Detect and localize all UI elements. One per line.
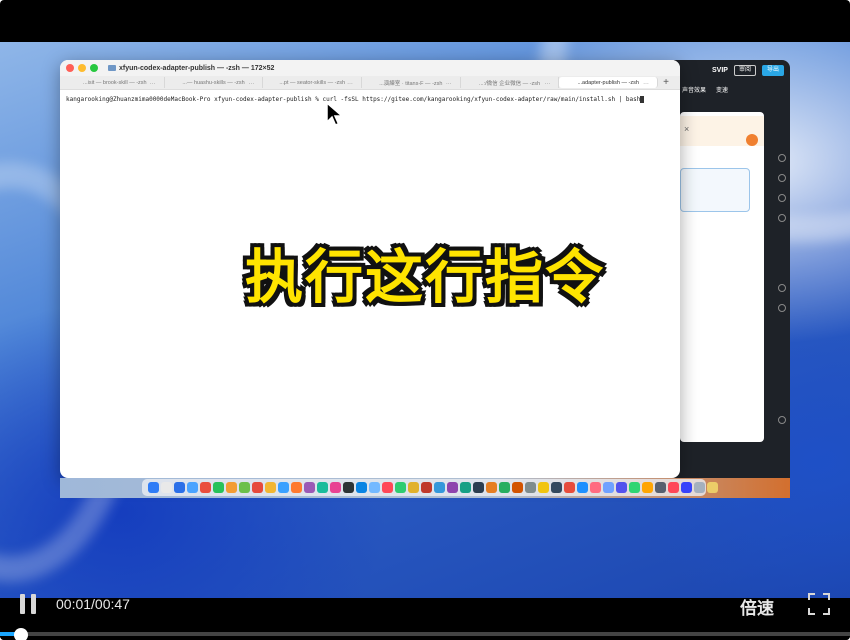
dock-app-icon[interactable]	[278, 482, 289, 493]
terminal-tab[interactable]: ...pt — seator-skills — -zsh…	[263, 77, 363, 88]
dock-app-icon[interactable]	[317, 482, 328, 493]
dock-app-icon[interactable]	[200, 482, 211, 493]
tab-speed[interactable]: 变速	[716, 85, 728, 94]
dock-app-icon[interactable]	[161, 482, 172, 493]
dock-app-icon[interactable]	[499, 482, 510, 493]
radio-icon[interactable]	[778, 194, 786, 202]
dock-app-icon[interactable]	[174, 482, 185, 493]
dock-app-icon[interactable]	[421, 482, 432, 493]
dock-app-icon[interactable]	[668, 482, 679, 493]
dock-app-icon[interactable]	[447, 482, 458, 493]
speed-button[interactable]: 倍速	[740, 594, 774, 619]
terminal-titlebar[interactable]: xfyun-codex-adapter-publish — -zsh — 172…	[60, 60, 680, 76]
radio-icon[interactable]	[778, 416, 786, 424]
dock-app-icon[interactable]	[655, 482, 666, 493]
dock-app-icon[interactable]	[265, 482, 276, 493]
dock-app-icon[interactable]	[239, 482, 250, 493]
dock-app-icon[interactable]	[603, 482, 614, 493]
dock-app-icon[interactable]	[148, 482, 159, 493]
dock-app-icon[interactable]	[187, 482, 198, 493]
dock-app-icon[interactable]	[291, 482, 302, 493]
terminal-tab[interactable]: ...:/微信 企业微信 — -zsh…	[461, 77, 560, 88]
video-player[interactable]: SVIP 审阅 导出 声音效果 变速 × xfyun-codex-adapter…	[0, 0, 850, 640]
svip-badge: SVIP	[712, 66, 728, 74]
dock-app-icon[interactable]	[343, 482, 354, 493]
minimize-window-button[interactable]	[78, 64, 86, 72]
dock-app-icon[interactable]	[642, 482, 653, 493]
mouse-pointer-icon	[326, 102, 344, 126]
dock-app-icon[interactable]	[707, 482, 718, 493]
dock-app-icon[interactable]	[330, 482, 341, 493]
zoom-window-button[interactable]	[90, 64, 98, 72]
dock-app-icon[interactable]	[460, 482, 471, 493]
dock-app-icon[interactable]	[382, 482, 393, 493]
status-dot	[746, 134, 758, 146]
playback-time: 00:01/00:47	[56, 596, 130, 612]
dock-app-icon[interactable]	[512, 482, 523, 493]
dock-app-icon[interactable]	[369, 482, 380, 493]
dock-app-icon[interactable]	[304, 482, 315, 493]
text-cursor	[640, 96, 645, 103]
progress-handle[interactable]	[13, 628, 28, 640]
dock-app-icon[interactable]	[252, 482, 263, 493]
window-title: xfyun-codex-adapter-publish — -zsh — 172…	[108, 65, 274, 72]
close-icon[interactable]: ×	[684, 124, 689, 134]
dock-app-icon[interactable]	[590, 482, 601, 493]
terminal-tab-bar: ...isit — brook-skill — -zsh… ...— huash…	[60, 76, 680, 90]
dock-app-icon[interactable]	[525, 482, 536, 493]
dock-app-icon[interactable]	[629, 482, 640, 493]
dock-app-icon[interactable]	[434, 482, 445, 493]
dock-app-icon[interactable]	[226, 482, 237, 493]
terminal-tab[interactable]: ...演練室 · titans-F — -zsh…	[362, 77, 461, 88]
terminal-tab[interactable]: ...isit — brook-skill — -zsh…	[66, 77, 165, 88]
fullscreen-icon[interactable]	[808, 593, 830, 615]
command-text: curl -fsSL https://gitee.com/kangarookin…	[322, 96, 641, 103]
dock-app-icon[interactable]	[681, 482, 692, 493]
review-button[interactable]: 审阅	[733, 64, 756, 76]
dock-app-icon[interactable]	[551, 482, 562, 493]
new-tab-button[interactable]: +	[658, 77, 674, 88]
pause-icon	[31, 594, 36, 614]
dock-app-icon[interactable]	[486, 482, 497, 493]
dock-app-icon[interactable]	[538, 482, 549, 493]
radio-icon[interactable]	[778, 154, 786, 162]
terminal-tab-active[interactable]: ...adapter-publish — -zsh…	[559, 77, 659, 88]
progress-bar[interactable]	[0, 628, 850, 640]
tab-sound-effects[interactable]: 声音效果	[682, 85, 706, 94]
dock-app-icon[interactable]	[564, 482, 575, 493]
close-window-button[interactable]	[66, 64, 74, 72]
radio-icon[interactable]	[778, 174, 786, 182]
terminal-content[interactable]: kangarooking@Zhuanzmima0000deMacBook-Pro…	[60, 90, 680, 109]
terminal-tab[interactable]: ...— huashu-skills — -zsh…	[165, 77, 264, 88]
dock-app-icon[interactable]	[694, 482, 705, 493]
pause-icon	[20, 594, 25, 614]
dock-app-icon[interactable]	[577, 482, 588, 493]
dock-app-icon[interactable]	[408, 482, 419, 493]
shell-prompt: kangarooking@Zhuanzmima0000deMacBook-Pro…	[66, 96, 319, 103]
pause-button[interactable]	[18, 594, 40, 616]
dock	[142, 479, 718, 496]
dock-app-icon[interactable]	[473, 482, 484, 493]
dock-app-icon[interactable]	[213, 482, 224, 493]
dock-app-icon[interactable]	[395, 482, 406, 493]
folder-icon	[108, 65, 116, 71]
dock-app-icon[interactable]	[356, 482, 367, 493]
radio-icon[interactable]	[778, 214, 786, 222]
input-box[interactable]	[680, 168, 750, 212]
video-caption: 执行这行指令	[244, 243, 605, 311]
dock-app-icon[interactable]	[616, 482, 627, 493]
export-button[interactable]: 导出	[761, 64, 784, 76]
